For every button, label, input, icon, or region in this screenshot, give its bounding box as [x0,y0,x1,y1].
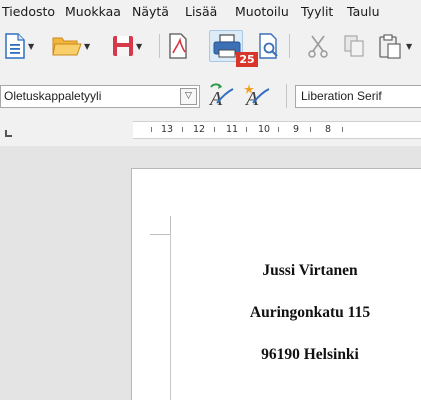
new-document-button[interactable]: ▼ [4,30,34,62]
save-button[interactable]: ▼ [112,30,142,62]
ruler-number: 8 [325,124,332,135]
update-style-icon: A [208,83,234,110]
font-name-value: Liberation Serif [301,89,382,103]
ruler-number: 10 [258,124,271,135]
ruler-tick [246,127,247,132]
address-name-line: Jussi Virtanen [262,262,358,279]
cut-icon [308,35,328,58]
toolbar-separator [289,34,290,58]
ruler-tick [151,127,152,132]
chevron-down-icon[interactable]: ▽ [180,88,197,105]
new-document-icon [5,33,25,59]
open-folder-icon [52,37,82,56]
ruler-tick [278,127,279,132]
print-preview-button[interactable] [258,30,280,62]
toolbar-separator [159,34,160,58]
menu-tiedosto[interactable]: Tiedosto [2,4,55,19]
paragraph-style-value: Oletuskappaletyyli [4,89,102,103]
menu-bar: Tiedosto Muokkaa Näytä Lisää Muotoilu Ty… [0,0,421,26]
save-icon [113,36,133,56]
address-street-line: Auringonkatu 115 [249,304,371,321]
menu-lisaa[interactable]: Lisää [185,4,217,19]
menu-muotoilu[interactable]: Muotoilu [235,4,289,19]
toolbar-separator [286,84,287,108]
ruler-number: 12 [193,124,206,135]
menu-taulukko[interactable]: Taulu [347,4,380,19]
export-pdf-icon [169,33,187,59]
text-boundary-corner [150,234,170,235]
menu-muokkaa[interactable]: Muokkaa [65,4,121,19]
ruler-tick [310,127,311,132]
ruler-number: 9 [293,124,300,135]
text-boundary-corner [170,216,171,236]
ruler-number: 11 [226,124,239,135]
ruler-tick [214,127,215,132]
copy-icon [344,35,364,57]
open-button[interactable]: ▼ [52,30,90,62]
cut-button[interactable] [308,30,328,62]
export-pdf-button[interactable] [168,30,188,62]
address-city-line: 96190 Helsinki [261,346,359,363]
menu-nayta[interactable]: Näytä [132,4,169,19]
new-style-button[interactable]: A [243,83,271,110]
paragraph-style-select[interactable]: Oletuskappaletyyli ▽ [0,85,200,108]
ruler-number: 13 [161,124,174,135]
chevron-down-icon[interactable]: ▼ [28,42,34,51]
new-style-icon: A [244,84,270,110]
copy-button[interactable] [343,30,365,62]
ruler-tick [182,127,183,132]
menu-tyylit[interactable]: Tyylit [301,4,333,19]
chevron-down-icon[interactable]: ▼ [136,42,142,51]
update-style-button[interactable]: A [207,83,235,110]
paste-icon [379,34,401,59]
chevron-down-icon[interactable]: ▼ [406,42,412,51]
tab-stop-selector-icon[interactable] [5,130,12,137]
document-page[interactable] [131,168,421,400]
font-name-select[interactable]: Liberation Serif [295,85,421,108]
print-preview-icon [259,33,278,59]
text-boundary-line [170,234,171,400]
print-count-badge: 25 [236,52,258,67]
horizontal-ruler[interactable]: 13 12 11 10 9 8 [133,121,421,139]
ruler-row: 13 12 11 10 9 8 [0,118,421,142]
paste-button[interactable]: ▼ [378,30,412,62]
chevron-down-icon[interactable]: ▼ [84,42,90,51]
ruler-tick [342,127,343,132]
